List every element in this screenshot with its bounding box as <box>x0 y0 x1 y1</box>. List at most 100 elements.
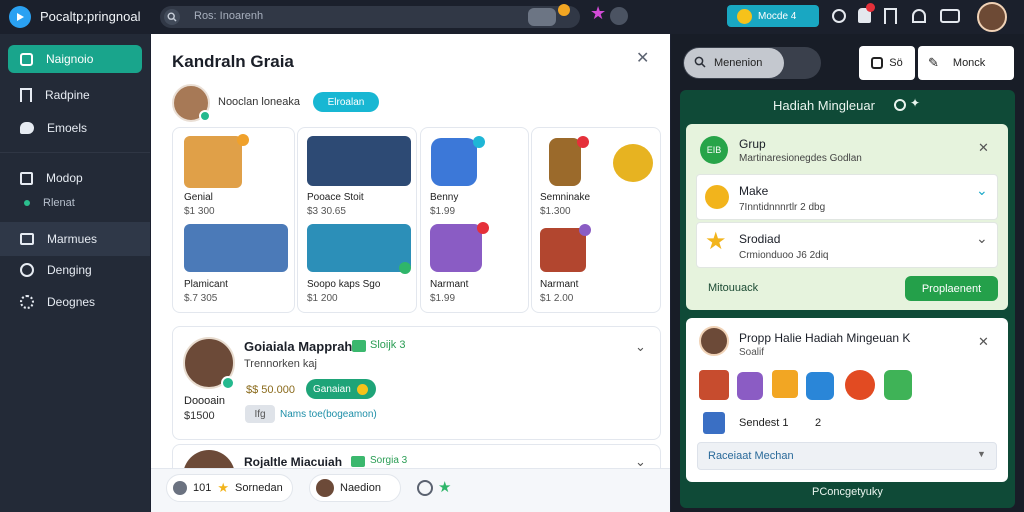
gift-image[interactable] <box>613 144 653 182</box>
recipient-name: Rojaltle Miacuiah <box>244 455 343 469</box>
group-badge: EIB <box>700 136 728 164</box>
avatar <box>316 479 334 497</box>
badge-icon <box>705 185 729 209</box>
stat-label: Sornedan <box>235 482 283 494</box>
coin-badge-icon <box>558 4 570 16</box>
chevron-down-icon[interactable]: ⌄ <box>976 230 988 247</box>
user-badge[interactable]: Elroalan <box>313 92 379 112</box>
search-icon[interactable] <box>164 9 180 25</box>
star-icon: ★ <box>705 228 727 255</box>
group-item-sub: Crmionduoo J6 2diq <box>739 250 829 261</box>
chevron-down-icon[interactable]: ⌄ <box>976 182 988 199</box>
gift-icon[interactable] <box>772 370 798 398</box>
sidebar-item-list[interactable]: Modop <box>8 164 142 192</box>
search-chip[interactable]: Menenion <box>684 48 784 78</box>
dropdown-arrow-icon[interactable]: ▼ <box>977 449 986 459</box>
sidebar-item-globe[interactable]: Denging <box>8 256 142 284</box>
sidebar-item-label: Modop <box>46 171 83 185</box>
game-controller-icon[interactable] <box>528 8 556 26</box>
gift-image[interactable] <box>549 138 581 186</box>
close-icon[interactable]: ✕ <box>978 334 989 350</box>
sidebar-item-chat[interactable]: Emoels <box>8 114 142 142</box>
gift-icon[interactable] <box>806 372 834 400</box>
message-icon[interactable] <box>940 9 960 23</box>
recipient-sub: Trennorken kaj <box>244 358 317 370</box>
status-label: Ganaian <box>313 383 351 395</box>
action-button-2[interactable]: ✎ Monck <box>918 46 1014 80</box>
close-icon[interactable]: ✕ <box>636 51 649 67</box>
gift-image[interactable] <box>184 136 242 188</box>
globe-icon <box>20 263 34 277</box>
gift-dialog: Kandraln Graia ✕ Nooclan loneaka Elroala… <box>151 34 670 512</box>
app-logo-icon <box>9 6 31 28</box>
gift-image[interactable] <box>540 228 586 272</box>
stat-pill[interactable]: 101 ★ Sornedan <box>166 474 293 502</box>
avatar-badge <box>221 376 235 390</box>
star-icon[interactable]: ★ <box>438 478 451 496</box>
gift-price: $1.99 <box>430 206 456 217</box>
group-sub: Martinaresionegdes Godlan <box>739 153 862 164</box>
user-name: Nooclan loneaka <box>218 96 300 108</box>
chevron-down-icon[interactable]: ⌄ <box>635 339 646 355</box>
sidebar-item-messages[interactable]: Marmues <box>0 222 150 256</box>
coins-label: Mocde 4 <box>758 10 797 22</box>
gift-badge-icon <box>577 136 589 148</box>
target-icon[interactable] <box>417 480 433 496</box>
action-button-1-label: Sö <box>889 57 903 69</box>
sidebar-item-label: Denging <box>47 263 92 277</box>
edit-icon: ✎ <box>928 55 939 70</box>
chat-icon <box>20 122 34 134</box>
search-bar[interactable]: Ros: Inoarenh <box>160 4 580 28</box>
moon-icon[interactable] <box>610 7 628 25</box>
gift-image[interactable] <box>431 138 477 186</box>
recipient-note[interactable]: Nams toe(bogeamon) <box>280 409 377 420</box>
action-button-1[interactable]: Sö <box>859 46 915 80</box>
messages-icon <box>20 233 34 245</box>
gift-icon[interactable] <box>699 370 729 400</box>
gift-price: $1.99 <box>430 293 456 304</box>
dot-icon <box>24 200 30 206</box>
close-icon[interactable]: ✕ <box>978 140 989 156</box>
refresh-icon[interactable] <box>894 99 906 111</box>
user-pill[interactable]: Naedion <box>309 474 401 502</box>
star-icon[interactable]: ★ <box>590 4 606 22</box>
coins-button[interactable]: Mocde 4 <box>727 5 819 27</box>
avatar[interactable] <box>699 326 729 356</box>
gift-card-footer-text: Sendest 1 <box>739 417 789 429</box>
gift-price: $1 300 <box>184 206 215 217</box>
sidebar-item-label: Naignoio <box>46 52 94 66</box>
recipient-role: Doooain <box>184 395 225 407</box>
group-item-sub: 7Inntidnnnrtlr 2 dbg <box>739 202 826 213</box>
clock-icon[interactable] <box>832 9 846 23</box>
stat-count: 101 <box>193 482 212 494</box>
recipient-tag: Sorgia 3 <box>370 455 408 466</box>
confirm-button[interactable]: Proplaenent <box>905 276 998 301</box>
verified-icon <box>351 456 365 467</box>
status-badge[interactable]: Ganaian <box>306 379 376 399</box>
gift-name: Plamicant <box>184 279 228 290</box>
sidebar-item-bookmarks[interactable]: Radpine <box>8 81 142 109</box>
home-icon[interactable] <box>912 9 926 23</box>
sidebar-item-home[interactable]: Naignoio <box>8 45 142 73</box>
gift-icon[interactable] <box>845 370 875 400</box>
sidebar-item-sub[interactable]: Rlenat <box>8 192 142 214</box>
gift-name: Narmant <box>540 279 579 290</box>
gift-image[interactable] <box>307 224 411 272</box>
home-icon <box>20 52 33 66</box>
gift-image[interactable] <box>307 136 411 186</box>
mini-tag[interactable]: Ifg <box>245 405 275 423</box>
gift-price: $.7 305 <box>184 293 218 304</box>
search-input[interactable]: Ros: Inoarenh <box>194 10 263 22</box>
bookmark-icon <box>20 88 32 102</box>
gift-icon[interactable] <box>884 370 912 400</box>
bookmark-icon[interactable] <box>884 8 897 24</box>
gift-image[interactable] <box>184 224 288 272</box>
group-title: Grup <box>739 137 766 151</box>
recipient-select-label: Raceiaat Mechan <box>708 450 794 462</box>
sparkle-icon: ✦ <box>910 96 921 110</box>
user-avatar[interactable] <box>977 2 1007 32</box>
gift-image[interactable] <box>430 224 482 272</box>
gift-icon[interactable] <box>737 372 763 400</box>
sidebar-item-label: Deognes <box>47 295 96 309</box>
sidebar-item-settings[interactable]: Deognes <box>8 288 142 316</box>
